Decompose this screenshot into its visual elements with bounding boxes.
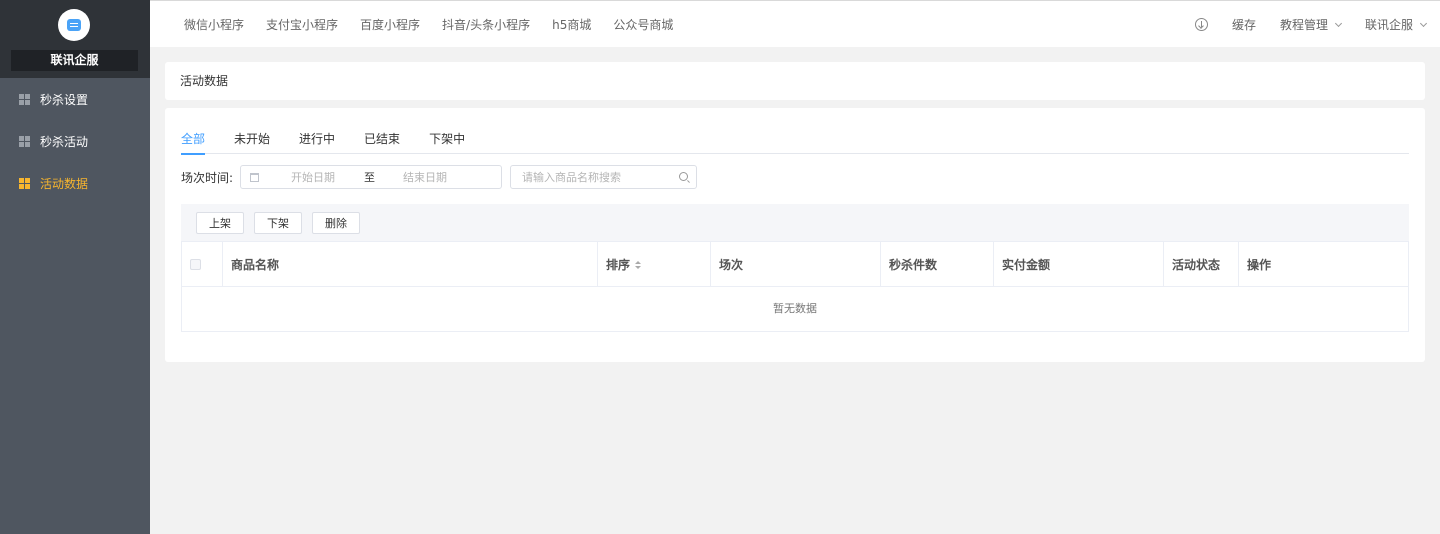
sort-icon[interactable] [635, 260, 642, 270]
search-input[interactable] [511, 166, 672, 188]
grid-icon [19, 135, 30, 147]
col-paid-amount: 实付金额 [994, 242, 1164, 287]
chevron-down-icon [1334, 19, 1343, 27]
col-session: 场次 [711, 242, 881, 287]
take-off-shelf-button[interactable]: 下架 [254, 211, 302, 234]
download-button[interactable] [1194, 18, 1208, 31]
top-nav-douyin[interactable]: 抖音/头条小程序 [442, 16, 530, 33]
sidebar-item-seckill-activity[interactable]: 秒杀活动 [0, 120, 150, 162]
sidebar-item-label: 秒杀活动 [40, 134, 89, 149]
date-range-picker[interactable]: 开始日期 至 结束日期 [240, 165, 503, 189]
status-tabs: 全部 未开始 进行中 已结束 下架中 [181, 126, 1409, 155]
col-sort[interactable]: 排序 [598, 242, 711, 287]
data-table: 商品名称 排序 场次 秒杀件数 实付金额 活动状态 操作 暂无数据 [181, 241, 1409, 332]
logo-icon [67, 19, 81, 31]
sidebar-item-seckill-settings[interactable]: 秒杀设置 [0, 78, 150, 120]
search-box [510, 165, 698, 189]
end-date-field[interactable]: 结束日期 [403, 169, 447, 185]
tutorial-dropdown[interactable]: 教程管理 [1279, 16, 1343, 33]
brand: 联讯企服 [0, 0, 150, 78]
top-nav-wechat[interactable]: 微信小程序 [184, 16, 244, 33]
user-label: 联讯企服 [1364, 18, 1413, 32]
logo [58, 9, 90, 41]
top-right: 缓存 教程管理 联讯企服 [1171, 1, 1428, 48]
sidebar-item-label: 秒杀设置 [40, 92, 89, 107]
user-dropdown[interactable]: 联讯企服 [1364, 16, 1428, 33]
put-on-shelf-button[interactable]: 上架 [196, 211, 244, 234]
filter-bar: 场次时间: 开始日期 至 结束日期 [181, 165, 698, 189]
col-activity-status: 活动状态 [1164, 242, 1239, 287]
select-all-cell [182, 242, 223, 287]
calendar-icon [250, 172, 260, 182]
breadcrumb: 活动数据 [165, 62, 1425, 100]
top-nav-h5[interactable]: h5商城 [552, 16, 591, 33]
top-nav-official-account[interactable]: 公众号商城 [613, 16, 673, 33]
sidebar-item-label: 活动数据 [40, 176, 89, 191]
range-separator: 至 [364, 171, 376, 184]
cache-button[interactable]: 缓存 [1232, 16, 1256, 33]
main-card: 全部 未开始 进行中 已结束 下架中 场次时间: 开始日期 至 结束日期 上架 … [165, 108, 1425, 362]
session-time-label: 场次时间: [181, 170, 234, 185]
download-icon [1194, 18, 1208, 31]
tab-ended[interactable]: 已结束 [364, 126, 400, 154]
col-operation: 操作 [1247, 258, 1272, 272]
select-all-checkbox[interactable] [190, 259, 201, 270]
sidebar-item-activity-data[interactable]: 活动数据 [0, 162, 150, 204]
delete-button[interactable]: 删除 [312, 211, 360, 234]
tab-all[interactable]: 全部 [181, 126, 206, 155]
col-product-name: 商品名称 [223, 242, 598, 287]
top-nav-baidu[interactable]: 百度小程序 [360, 16, 420, 33]
grid-icon [19, 93, 30, 105]
brand-name: 联讯企服 [11, 50, 138, 71]
chevron-down-icon [1419, 19, 1428, 27]
col-sort-label: 排序 [606, 258, 631, 272]
top-nav-alipay[interactable]: 支付宝小程序 [266, 16, 338, 33]
top-nav: 微信小程序 支付宝小程序 百度小程序 抖音/头条小程序 h5商城 公众号商城 [184, 1, 695, 48]
batch-toolbar: 上架 下架 删除 [181, 204, 1409, 241]
empty-state: 暂无数据 [773, 302, 817, 315]
top-bar: 微信小程序 支付宝小程序 百度小程序 抖音/头条小程序 h5商城 公众号商城 缓… [150, 0, 1440, 47]
tutorial-label: 教程管理 [1279, 18, 1328, 32]
sidebar: 联讯企服 秒杀设置 秒杀活动 活动数据 [0, 0, 150, 534]
table-header: 商品名称 排序 场次 秒杀件数 实付金额 活动状态 操作 [182, 241, 1408, 287]
tab-off-shelf[interactable]: 下架中 [429, 126, 465, 154]
tab-in-progress[interactable]: 进行中 [299, 126, 335, 154]
col-seckill-count: 秒杀件数 [881, 242, 994, 287]
tab-not-started[interactable]: 未开始 [234, 126, 270, 154]
search-icon[interactable] [679, 172, 689, 181]
start-date-field[interactable]: 开始日期 [291, 169, 361, 185]
grid-icon [19, 177, 30, 189]
